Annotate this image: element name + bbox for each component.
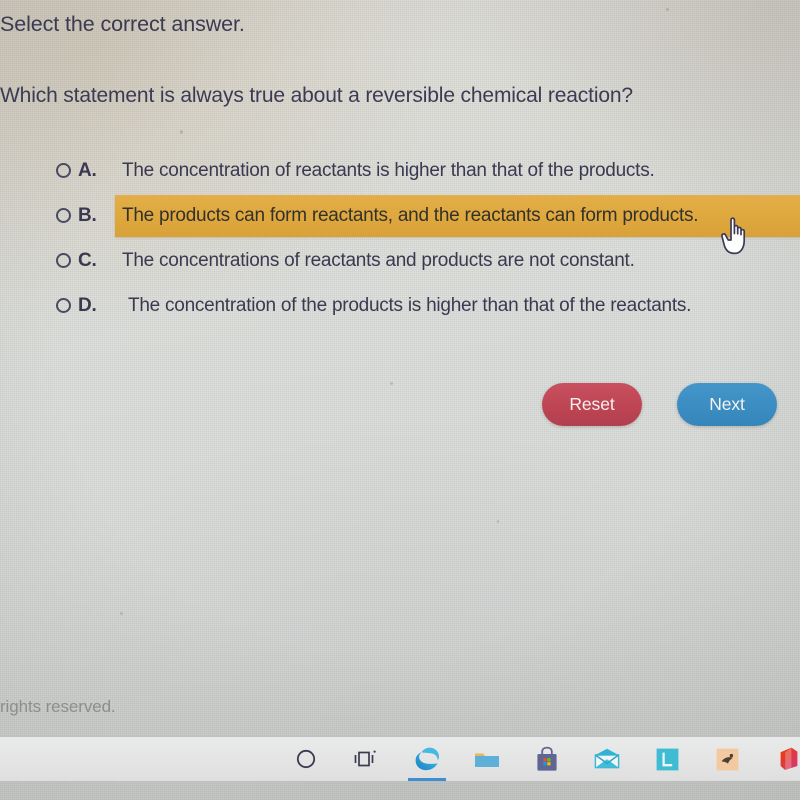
answer-option-c[interactable]: C. The concentrations of reactants and p…: [0, 238, 800, 283]
radio-button-b-icon[interactable]: [56, 208, 71, 223]
windows-taskbar: [0, 736, 800, 781]
radio-button-c-icon[interactable]: [56, 253, 71, 268]
option-text-c: The concentrations of reactants and prod…: [122, 249, 635, 271]
microsoft-edge-icon[interactable]: [404, 737, 450, 781]
next-button[interactable]: Next: [677, 383, 777, 426]
question-text: Which statement is always true about a r…: [0, 84, 633, 107]
radio-button-a-icon[interactable]: [56, 163, 71, 178]
file-explorer-icon[interactable]: [464, 737, 510, 781]
reset-button[interactable]: Reset: [542, 383, 642, 426]
peach-app-icon[interactable]: [704, 737, 750, 781]
radio-button-d-icon[interactable]: [56, 298, 71, 313]
answer-options-list: A. The concentration of reactants is hig…: [0, 148, 800, 328]
option-letter-a: A.: [78, 159, 97, 181]
answer-option-b[interactable]: B. The products can form reactants, and …: [0, 193, 800, 238]
option-letter-b: B.: [78, 204, 97, 226]
option-letter-d: D.: [78, 294, 97, 316]
copyright-footer: rights reserved.: [0, 697, 116, 716]
cortana-circle-icon[interactable]: [283, 737, 329, 781]
answer-option-d[interactable]: D. The concentration of the products is …: [0, 283, 800, 328]
option-text-d: The concentration of the products is hig…: [128, 294, 692, 316]
microsoft-store-icon[interactable]: [524, 737, 570, 781]
mail-icon[interactable]: [584, 737, 630, 781]
l-app-icon[interactable]: [644, 737, 690, 781]
answer-option-a[interactable]: A. The concentration of reactants is hig…: [0, 148, 800, 193]
microsoft-office-icon[interactable]: [766, 737, 800, 781]
option-letter-c: C.: [78, 249, 97, 271]
option-text-b: The products can form reactants, and the…: [122, 204, 699, 226]
option-text-a: The concentration of reactants is higher…: [122, 159, 655, 181]
task-view-icon[interactable]: [342, 737, 388, 781]
action-button-group: Reset Next: [542, 383, 777, 426]
prompt-instruction: Select the correct answer.: [0, 12, 245, 36]
